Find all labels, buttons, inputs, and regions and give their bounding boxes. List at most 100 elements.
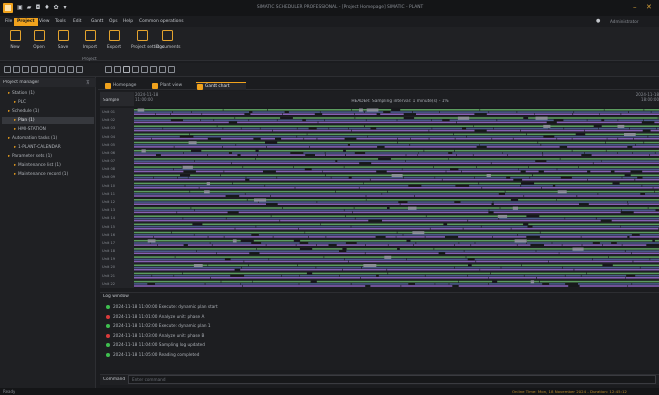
menu-tab-project[interactable]: Project xyxy=(14,18,38,26)
gantt-bar[interactable] xyxy=(134,166,182,168)
refresh-icon[interactable] xyxy=(49,66,56,73)
gantt-bar[interactable] xyxy=(602,244,622,246)
gantt-bar[interactable] xyxy=(208,236,224,238)
gantt-bar[interactable] xyxy=(489,209,622,212)
gantt-bar[interactable] xyxy=(458,280,493,283)
gantt-bar[interactable] xyxy=(134,242,150,244)
gantt-event-marker[interactable] xyxy=(457,116,470,120)
log-entry[interactable]: 2024-11-18 11:02:00 Execute: dynamic pla… xyxy=(106,322,406,330)
gantt-bar[interactable] xyxy=(520,129,585,132)
gantt-bar[interactable] xyxy=(521,264,603,267)
gantt-bar[interactable] xyxy=(371,264,468,267)
gantt-bar[interactable] xyxy=(331,176,349,179)
gantt-bar[interactable] xyxy=(163,127,223,130)
gantt-bar[interactable] xyxy=(524,274,565,277)
gantt-bar[interactable] xyxy=(261,242,300,244)
gantt-bar[interactable] xyxy=(618,119,644,122)
gantt-bar[interactable] xyxy=(342,268,387,271)
gantt-bar[interactable] xyxy=(189,133,307,136)
gantt-bar[interactable] xyxy=(434,248,574,250)
gantt-bar[interactable] xyxy=(530,176,561,179)
gantt-bar[interactable] xyxy=(192,111,249,113)
new-icon[interactable]: ▣ xyxy=(17,5,23,11)
gantt-bar[interactable] xyxy=(134,250,197,252)
gantt-bar[interactable] xyxy=(226,217,355,220)
gantt-bar[interactable] xyxy=(511,227,659,230)
gantt-bar[interactable] xyxy=(378,274,425,277)
gantt-bar[interactable] xyxy=(565,217,596,220)
gantt-bar[interactable] xyxy=(134,113,156,115)
gantt-bar[interactable] xyxy=(134,219,280,222)
gantt-bar[interactable] xyxy=(582,244,603,246)
gantt-bar[interactable] xyxy=(474,258,592,261)
gantt-bar[interactable] xyxy=(415,283,435,285)
gantt-bar[interactable] xyxy=(134,277,211,279)
gantt-bar[interactable] xyxy=(578,166,659,168)
gantt-bar[interactable] xyxy=(336,190,388,193)
gantt-bar[interactable] xyxy=(642,184,659,187)
tab-homepage[interactable]: Homepage xyxy=(104,82,148,90)
forward-icon[interactable] xyxy=(76,66,83,73)
gantt-bar[interactable] xyxy=(499,217,565,220)
gantt-bar[interactable] xyxy=(544,244,562,246)
gantt-bar[interactable] xyxy=(183,119,201,122)
gantt-bar[interactable] xyxy=(446,170,462,173)
gantt-bar[interactable] xyxy=(406,154,418,156)
gantt-bar[interactable] xyxy=(433,166,477,168)
gantt-bar[interactable] xyxy=(134,135,180,138)
gantt-bar[interactable] xyxy=(312,248,343,250)
gantt-bar[interactable] xyxy=(593,162,659,165)
gantt-bar[interactable] xyxy=(486,146,560,148)
gantt-bar[interactable] xyxy=(266,146,309,148)
gantt-bar[interactable] xyxy=(190,174,221,177)
gantt-bar[interactable] xyxy=(578,283,632,285)
gantt-bar[interactable] xyxy=(518,234,632,236)
gantt-bar[interactable] xyxy=(134,268,235,271)
gantt-bar[interactable] xyxy=(309,236,326,238)
gantt-bar[interactable] xyxy=(221,174,326,177)
tree-node[interactable]: ▸ 1-PLANT-CALENDAR xyxy=(2,144,94,151)
gantt-bar[interactable] xyxy=(246,176,277,179)
gantt-event-marker[interactable] xyxy=(486,174,491,177)
gantt-bar[interactable] xyxy=(480,109,604,111)
gantt-bar[interactable] xyxy=(303,152,325,154)
gantt-bar[interactable] xyxy=(277,119,303,122)
gantt-bar[interactable] xyxy=(605,141,644,144)
gantt-bar[interactable] xyxy=(134,260,244,263)
gantt-bar[interactable] xyxy=(539,280,659,283)
tree-node[interactable]: ▸ Maintenance record (1) xyxy=(2,171,94,178)
gantt-event-marker[interactable] xyxy=(188,141,197,145)
gantt-bar[interactable] xyxy=(390,158,449,160)
gantt-bar[interactable] xyxy=(361,266,455,269)
gantt-bar[interactable] xyxy=(297,127,309,130)
gantt-bar[interactable] xyxy=(419,152,449,154)
gantt-bar[interactable] xyxy=(134,248,257,250)
gantt-bar[interactable] xyxy=(351,283,409,285)
gantt-bar[interactable] xyxy=(134,217,183,220)
gantt-bar[interactable] xyxy=(282,113,315,115)
gantt-bar[interactable] xyxy=(316,280,458,283)
gantt-bar[interactable] xyxy=(651,111,659,113)
gantt-bar[interactable] xyxy=(345,215,426,217)
gantt-bar[interactable] xyxy=(270,195,366,197)
gantt-bar[interactable] xyxy=(557,137,572,140)
gantt-bar[interactable] xyxy=(134,272,183,275)
gantt-bar[interactable] xyxy=(633,152,655,154)
gantt-bar[interactable] xyxy=(635,144,659,146)
gantt-event-marker[interactable] xyxy=(193,264,203,267)
gantt-bar[interactable] xyxy=(220,137,254,140)
log-entry[interactable]: 2024-11-18 11:00:00 Execute: dynamic pla… xyxy=(106,303,406,311)
gantt-bar[interactable] xyxy=(574,268,659,271)
gantt-bar[interactable] xyxy=(488,283,543,285)
pin-icon[interactable]: ♦ xyxy=(44,5,50,11)
export-button[interactable]: Export xyxy=(103,30,125,50)
gantt-bar[interactable] xyxy=(380,113,404,115)
gantt-bar[interactable] xyxy=(177,176,188,179)
gantt-bar[interactable] xyxy=(134,280,221,283)
menu-tab-common-operations[interactable]: Common operations xyxy=(136,18,187,26)
gantt-bar[interactable] xyxy=(416,242,459,244)
gantt-bar[interactable] xyxy=(259,252,365,255)
gantt-bar[interactable] xyxy=(585,133,659,136)
gantt-bar[interactable] xyxy=(260,127,297,130)
gantt-bar[interactable] xyxy=(386,170,446,173)
